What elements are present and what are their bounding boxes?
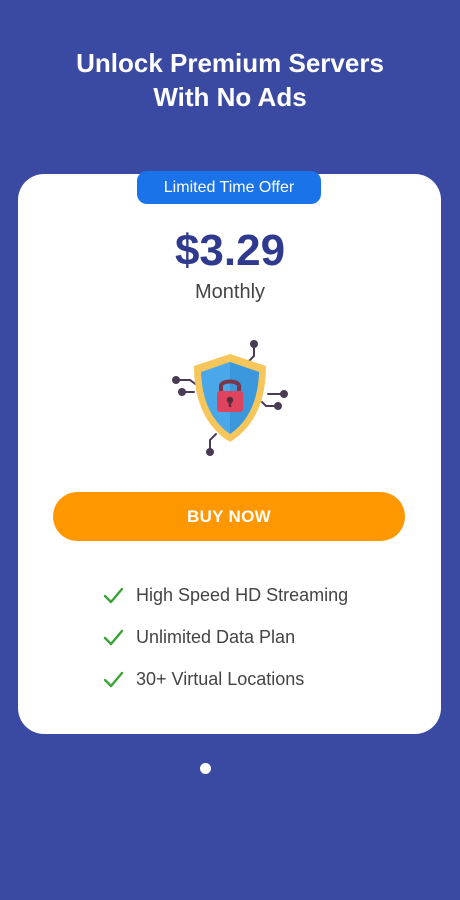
feature-item: High Speed HD Streaming xyxy=(102,574,422,616)
feature-label: High Speed HD Streaming xyxy=(136,584,349,605)
check-icon xyxy=(103,629,124,646)
price-label: $3.29 xyxy=(174,226,286,275)
feature-label: 30+ Virtual Locations xyxy=(136,668,305,689)
check-icon xyxy=(103,587,124,604)
page-headline: Unlock Premium Servers With No Ads xyxy=(0,46,460,114)
security-shield-lock-icon xyxy=(172,340,288,456)
check-icon xyxy=(103,671,124,688)
pagination-dot[interactable] xyxy=(200,763,211,774)
headline-line-2: With No Ads xyxy=(153,82,307,112)
feature-list: High Speed HD Streaming Unlimited Data P… xyxy=(102,574,422,700)
feature-item: Unlimited Data Plan xyxy=(102,616,422,658)
feature-label: Unlimited Data Plan xyxy=(136,626,296,647)
billing-period-label: Monthly xyxy=(194,281,266,303)
feature-item: 30+ Virtual Locations xyxy=(102,658,422,700)
headline-line-1: Unlock Premium Servers xyxy=(76,48,384,78)
buy-now-button[interactable]: BUY NOW xyxy=(53,492,405,541)
limited-offer-badge: Limited Time Offer xyxy=(137,171,321,204)
